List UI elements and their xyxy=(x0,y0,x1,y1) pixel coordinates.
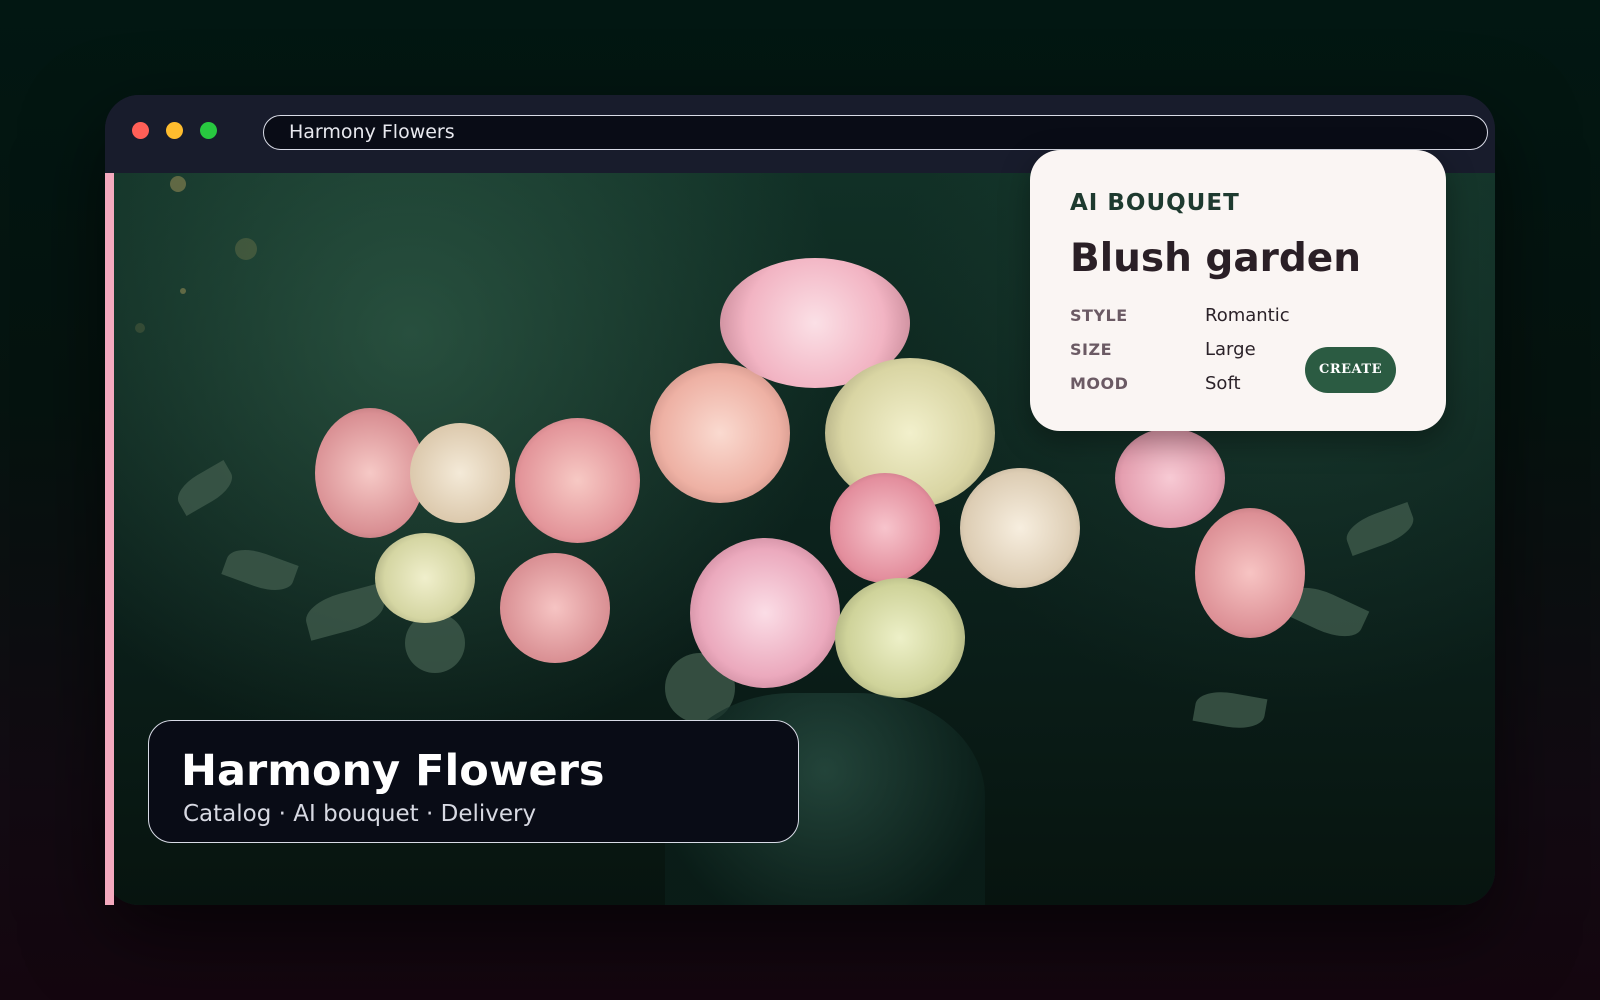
maximize-window-button[interactable] xyxy=(200,122,217,139)
spec-value-mood: Soft xyxy=(1205,373,1241,394)
spec-label-style: STYLE xyxy=(1070,306,1128,325)
brand-card: Harmony Flowers Catalog · AI bouquet · D… xyxy=(148,720,799,843)
spec-label-size: SIZE xyxy=(1070,340,1113,359)
minimize-window-button[interactable] xyxy=(166,122,183,139)
address-bar[interactable]: Harmony Flowers xyxy=(263,115,1488,150)
brand-title: Harmony Flowers xyxy=(181,746,605,796)
close-window-button[interactable] xyxy=(132,122,149,139)
accent-bar xyxy=(105,173,114,905)
create-button[interactable]: CREATE xyxy=(1305,347,1396,393)
ai-bouquet-card: AI BOUQUET Blush garden STYLE Romantic S… xyxy=(1030,150,1446,431)
spec-value-size: Large xyxy=(1205,339,1256,360)
bouquet-name: Blush garden xyxy=(1070,236,1362,281)
card-kicker: AI BOUQUET xyxy=(1070,190,1240,216)
spec-value-style: Romantic xyxy=(1205,305,1290,326)
brand-subtitle: Catalog · AI bouquet · Delivery xyxy=(183,801,537,827)
spec-label-mood: MOOD xyxy=(1070,374,1129,393)
